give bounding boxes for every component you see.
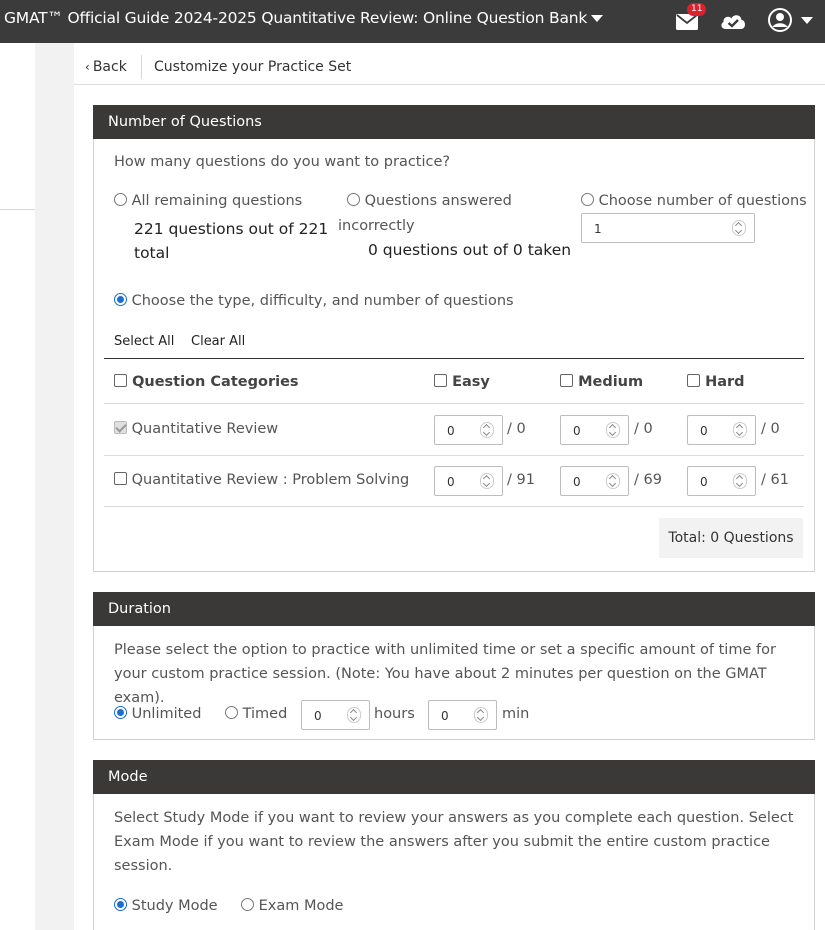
minutes-stepper[interactable]: 0 [428,700,497,730]
stepper-arrows-icon[interactable] [606,422,620,438]
checkbox-easy[interactable] [434,374,447,387]
mail-badge: 11 [687,3,707,16]
stepper-arrows-icon[interactable] [732,220,746,236]
hours-label: hours [374,706,415,722]
header-question-categories[interactable]: Question Categories [114,374,299,390]
medium-max-row2: / 69 [634,472,662,488]
all-remaining-detail: 221 questions out of 221 total [134,220,329,262]
mode-panel: Mode Select Study Mode if you want to re… [93,760,815,930]
breadcrumb: ‹ Back Customize your Practice Set [74,43,825,85]
select-all-link[interactable]: Select All [114,334,174,349]
mode-description: Select Study Mode if you want to review … [114,810,794,874]
easy-stepper-row1[interactable]: 0 [434,415,503,445]
easy-stepper-row2[interactable]: 0 [434,466,503,496]
questions-prompt: How many questions do you want to practi… [114,154,451,170]
stepper-arrows-icon[interactable] [606,473,620,489]
option-timed[interactable]: Timed [225,706,287,722]
stepper-arrows-icon[interactable] [733,473,747,489]
panel-heading: Mode [93,760,815,794]
hard-max-row1: / 0 [761,421,780,437]
stepper-arrows-icon[interactable] [733,422,747,438]
option-study-mode[interactable]: Study Mode [114,898,218,914]
panel-heading: Duration [93,592,815,626]
stepper-arrows-icon[interactable] [480,473,494,489]
radio-answered-incorrectly[interactable] [347,193,360,206]
easy-max-row2: / 91 [507,472,535,488]
chevron-left-icon: ‹ [85,60,90,74]
checkbox-all-categories[interactable] [114,374,127,387]
checkbox-quantitative-review [114,421,127,434]
radio-study-mode[interactable] [114,898,127,911]
total-questions: Total: 0 Questions [659,518,803,558]
number-of-questions-stepper[interactable]: 1 [581,213,755,243]
table-rule-3 [104,506,804,507]
user-icon [768,8,792,32]
app-title: GMAT™ Official Guide 2024-2025 Quantitat… [4,9,588,27]
back-button[interactable]: ‹ Back [85,59,127,75]
option-choose-type[interactable]: Choose the type, difficulty, and number … [114,293,514,309]
option-choose-number[interactable]: Choose number of questions [581,193,807,209]
radio-exam-mode[interactable] [241,898,254,911]
option-all-remaining[interactable]: All remaining questions [114,193,302,209]
option-answered-incorrectly[interactable]: Questions answered [347,193,512,209]
medium-stepper-row2[interactable]: 0 [560,466,629,496]
incorrect-label-line2: incorrectly [338,218,415,234]
medium-max-row1: / 0 [634,421,653,437]
stepper-arrows-icon[interactable] [347,707,361,723]
minutes-label: min [502,706,530,722]
stepper-arrows-icon[interactable] [474,707,488,723]
clear-all-link[interactable]: Clear All [191,334,245,349]
checkbox-medium[interactable] [560,374,573,387]
radio-choose-type[interactable] [114,293,127,306]
panel-heading: Number of Questions [93,105,815,139]
left-divider [0,209,35,210]
caret-down-icon [591,14,604,22]
user-menu[interactable] [767,7,813,33]
sync-button[interactable] [719,6,749,34]
radio-timed[interactable] [225,706,238,719]
radio-choose-number[interactable] [581,193,594,206]
medium-stepper-row1[interactable]: 0 [560,415,629,445]
option-exam-mode[interactable]: Exam Mode [241,898,343,914]
table-rule-1 [104,403,804,404]
page-title: Customize your Practice Set [154,59,352,75]
cloud-check-icon [721,15,745,29]
hours-stepper[interactable]: 0 [301,700,370,730]
easy-max-row1: / 0 [507,421,526,437]
table-row: Quantitative Review : Problem Solving [114,472,409,488]
back-label: Back [92,59,127,75]
radio-unlimited[interactable] [114,706,127,719]
app-title-dropdown[interactable]: GMAT™ Official Guide 2024-2025 Quantitat… [4,9,604,27]
checkbox-problem-solving[interactable] [114,472,127,485]
table-row: Quantitative Review [114,421,278,437]
option-unlimited[interactable]: Unlimited [114,706,201,722]
left-gutter [35,43,74,930]
number-of-questions-panel: Number of Questions How many questions d… [93,105,815,572]
header-hard[interactable]: Hard [687,374,745,390]
chevron-down-icon [801,16,813,24]
radio-all-remaining[interactable] [114,193,127,206]
mail-button[interactable]: 11 [675,3,707,34]
header-easy[interactable]: Easy [434,374,490,390]
breadcrumb-divider [141,55,142,79]
top-bar: GMAT™ Official Guide 2024-2025 Quantitat… [0,0,825,43]
incorrect-detail: 0 questions out of 0 taken [368,241,572,259]
checkbox-hard[interactable] [687,374,700,387]
duration-panel: Duration Please select the option to pra… [93,592,815,740]
header-medium[interactable]: Medium [560,374,643,390]
table-rule-2 [104,455,804,456]
table-top-rule [104,358,804,359]
hard-max-row2: / 61 [761,472,789,488]
stepper-arrows-icon[interactable] [480,422,494,438]
hard-stepper-row2[interactable]: 0 [687,466,756,496]
hard-stepper-row1[interactable]: 0 [687,415,756,445]
